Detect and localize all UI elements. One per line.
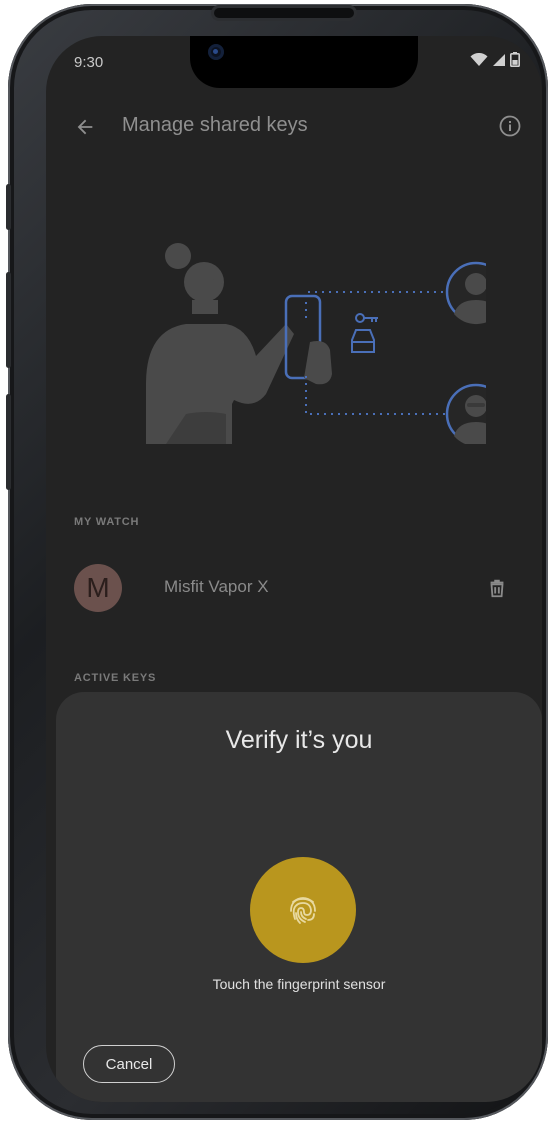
front-camera [208, 44, 224, 60]
app-bar: Manage shared keys [46, 106, 542, 150]
screen: 9:30 Manage shared keys MY WATCH M Misfi… [46, 36, 542, 1102]
my-watch-section-label: MY WATCH [74, 516, 140, 528]
phone-frame: 9:30 Manage shared keys MY WATCH M Misfi… [6, 4, 548, 1120]
silent-switch [6, 184, 11, 230]
cancel-button[interactable]: Cancel [83, 1045, 175, 1083]
watch-list-item[interactable]: M Misfit Vapor X [46, 560, 542, 616]
verify-bottom-sheet: Verify it’s you Touch the fingerprint se… [56, 692, 542, 1102]
watch-name: Misfit Vapor X [164, 577, 269, 596]
page-title: Manage shared keys [122, 114, 308, 136]
fingerprint-icon [290, 897, 316, 924]
cellular-icon [493, 53, 505, 66]
active-keys-section-label: ACTIVE KEYS [74, 672, 157, 684]
fingerprint-sensor-button[interactable] [250, 857, 356, 963]
battery-icon [510, 52, 520, 67]
volume-up-button [6, 272, 11, 368]
info-icon[interactable] [498, 114, 522, 138]
watch-avatar: M [74, 564, 122, 612]
verify-title: Verify it’s you [225, 726, 373, 754]
status-icons [470, 52, 520, 67]
fingerprint-instruction: Touch the fingerprint sensor [212, 976, 386, 992]
status-time: 9:30 [74, 54, 104, 71]
trash-icon[interactable] [486, 577, 508, 599]
notch [190, 36, 418, 88]
earpiece-speaker [214, 8, 354, 18]
wifi-icon [470, 52, 488, 66]
shared-keys-illustration [146, 243, 486, 444]
arrow-back-icon[interactable] [74, 116, 96, 138]
volume-down-button [6, 394, 11, 490]
